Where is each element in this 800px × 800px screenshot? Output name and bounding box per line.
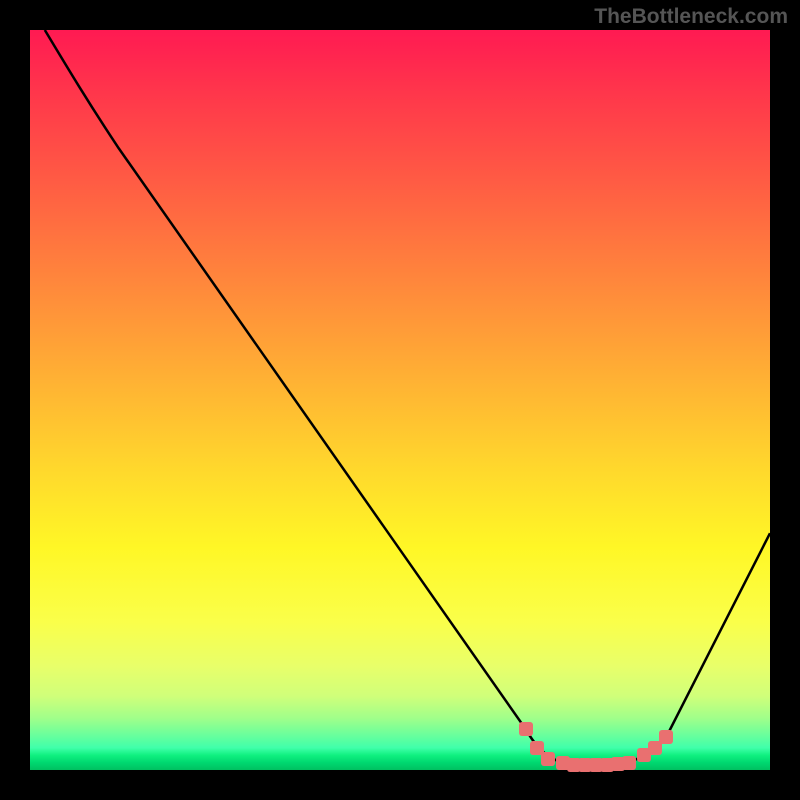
chart-container: TheBottleneck.com	[0, 0, 800, 800]
marker-point	[519, 722, 533, 736]
marker-point	[541, 752, 555, 766]
watermark-text: TheBottleneck.com	[594, 5, 788, 29]
marker-point	[659, 730, 673, 744]
marker-layer	[30, 30, 770, 770]
marker-point	[622, 756, 636, 770]
plot-area	[30, 30, 770, 770]
